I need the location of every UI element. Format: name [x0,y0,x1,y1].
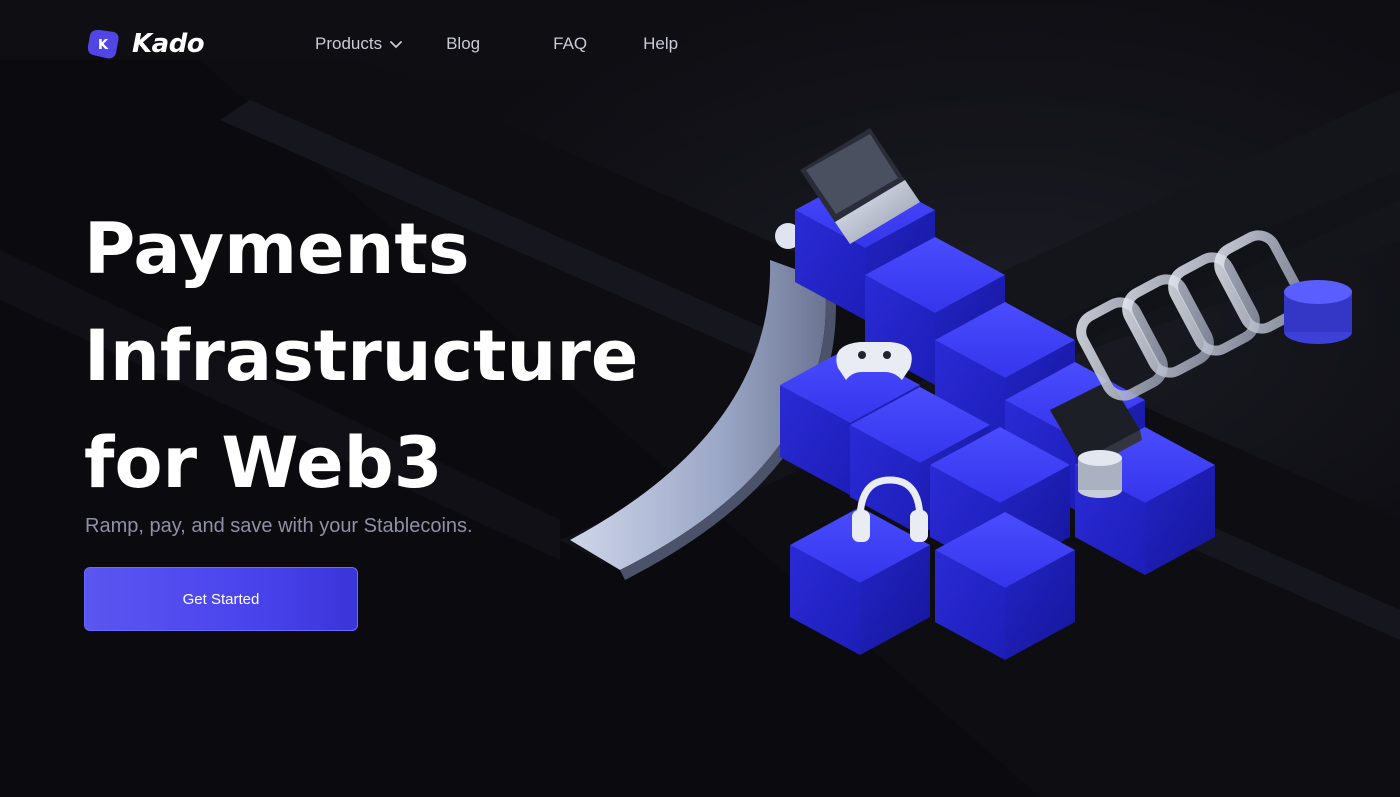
nav-item-label: Blog [446,34,481,53]
hero-subtitle: Ramp, pay, and save with your Stablecoin… [85,515,473,537]
nav-item-faq[interactable]: FAQ [553,34,587,54]
chain-link-icon [1076,230,1306,401]
brand-name: Kado [132,29,205,59]
coin-stack-icon [1078,450,1122,498]
nav-item-label: Help [643,34,679,53]
nav-item-blog[interactable]: Blog [446,34,480,54]
nav-item-label: Products [315,34,383,53]
cube-stack [780,172,1215,660]
hero-illustration [570,128,1352,660]
top-navigation: K Kado Products Blog FAQ Help [84,22,1316,66]
nav-links: Products Blog FAQ Help [315,22,678,66]
svg-text:K: K [98,38,109,53]
get-started-button[interactable]: Get Started [84,567,358,631]
nav-item-products[interactable]: Products [315,34,402,54]
brand-logo[interactable]: K Kado [84,25,205,63]
nav-item-help[interactable]: Help [643,34,678,54]
kado-logo-icon: K [87,29,119,59]
chevron-down-icon [390,41,402,49]
coin-stack-icon [1284,280,1352,344]
nav-item-label: FAQ [553,34,588,53]
